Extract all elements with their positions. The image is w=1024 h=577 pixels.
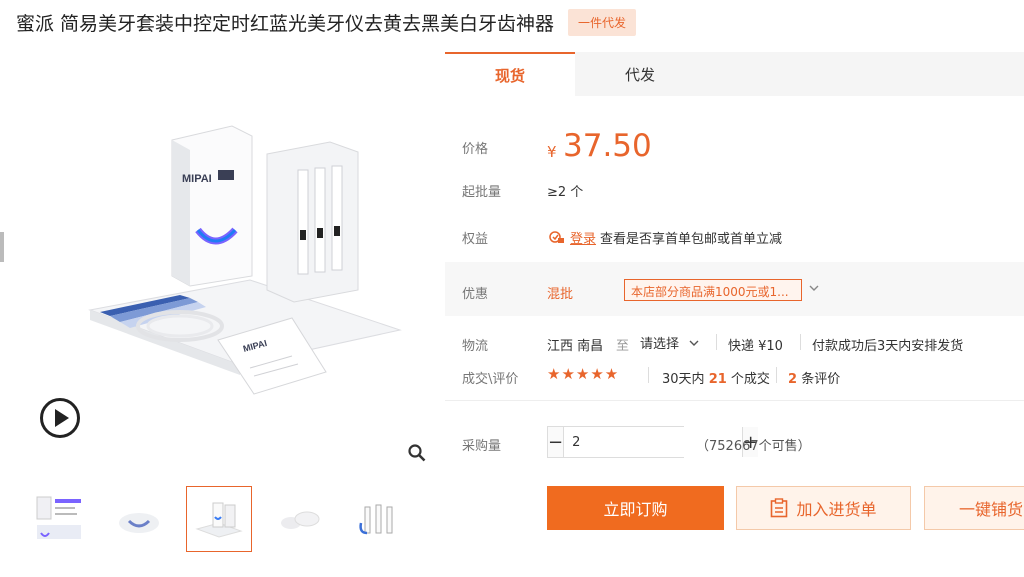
quantity-stepper: − +	[547, 426, 759, 458]
thumbnail-5[interactable]	[346, 486, 412, 552]
thumbnail-3[interactable]	[186, 486, 252, 552]
play-icon	[55, 409, 69, 427]
decrease-button[interactable]: −	[548, 427, 564, 457]
shipping-time: 付款成功后3天内安排发货	[812, 339, 964, 354]
separator	[716, 334, 717, 350]
thumbnail-2[interactable]	[106, 486, 172, 552]
rights-label: 权益	[462, 232, 489, 247]
title-row: 蜜派 简易美牙套装中控定时红蓝光美牙仪去黄去黑美白牙齿神器 一件代发	[16, 8, 637, 36]
promo-offer[interactable]: 本店部分商品满1000元或1...	[624, 279, 802, 301]
ship-from: 江西 南昌	[547, 339, 604, 354]
coupon-icon	[549, 231, 564, 243]
add-to-cart-button[interactable]: 加入进货单	[736, 486, 911, 530]
review-count[interactable]: 2 条评价	[788, 368, 840, 387]
separator	[800, 334, 801, 350]
sales-suffix: 个成交	[730, 372, 770, 387]
one-click-distribute-button[interactable]: 一键铺货	[924, 486, 1024, 530]
moq-label: 起批量	[462, 185, 502, 200]
separator	[776, 367, 777, 383]
thumbnail-1[interactable]	[26, 486, 92, 552]
buy-now-button[interactable]: 立即订购	[547, 486, 724, 530]
sales-number: 21	[708, 372, 727, 387]
thumbnail-image	[195, 502, 243, 538]
sales-prefix: 30天内	[662, 372, 705, 387]
moq-value: ≥2 个	[547, 185, 584, 200]
add-to-cart-label: 加入进货单	[796, 500, 877, 519]
shipping-fee: 快递 ¥10	[728, 339, 783, 354]
zoom-button[interactable]	[405, 441, 429, 465]
sales-count: 30天内 21 个成交	[662, 368, 770, 387]
rating-stars: ★★★★★	[547, 365, 620, 383]
chevron-down-icon[interactable]	[808, 283, 820, 293]
gallery-scrollbar[interactable]	[0, 232, 4, 262]
dropship-tag[interactable]: 一件代发	[568, 8, 637, 36]
review-number: 2	[788, 372, 798, 387]
promo-label: 优惠	[462, 287, 489, 302]
login-link[interactable]: 登录	[570, 228, 596, 247]
product-title: 蜜派 简易美牙套装中控定时红蓝光美牙仪去黄去黑美白牙齿神器	[16, 12, 555, 35]
play-video-button[interactable]	[40, 398, 80, 438]
chevron-down-icon	[689, 340, 699, 346]
destination-select[interactable]: 请选择	[640, 333, 699, 352]
destination-select-value: 请选择	[640, 337, 680, 352]
stock-tabs: 现货 代发	[445, 52, 1024, 96]
stock-available: （752667个可售）	[696, 439, 811, 454]
shipping-label: 物流	[462, 339, 489, 354]
thumbnail-image	[119, 513, 159, 533]
main-product-image[interactable]: MIPAI MIPAI	[30, 90, 430, 470]
thumbnail-image	[359, 504, 393, 535]
tab-dropship[interactable]: 代发	[575, 52, 705, 96]
rights-text: 查看是否享首单包邮或首单立减	[600, 232, 783, 247]
promo-type: 混批	[547, 287, 574, 302]
quantity-label: 采购量	[462, 439, 502, 454]
svg-text:MIPAI: MIPAI	[182, 173, 212, 185]
thumbnail-image	[36, 496, 81, 539]
divider	[445, 400, 1024, 401]
price-value: 37.50	[563, 128, 652, 164]
magnifier-icon	[408, 444, 426, 462]
thumbnail-4[interactable]	[266, 486, 332, 552]
ship-to-word: 至	[616, 339, 630, 354]
sales-label: 成交\评价	[462, 372, 519, 387]
separator	[648, 367, 649, 383]
price-currency: ¥	[547, 143, 557, 161]
price-label: 价格	[462, 142, 489, 157]
clipboard-icon	[771, 498, 788, 518]
review-suffix: 条评价	[801, 372, 841, 387]
thumbnail-image	[281, 511, 320, 529]
thumbnail-strip	[26, 486, 426, 552]
tab-in-stock[interactable]: 现货	[445, 52, 575, 96]
